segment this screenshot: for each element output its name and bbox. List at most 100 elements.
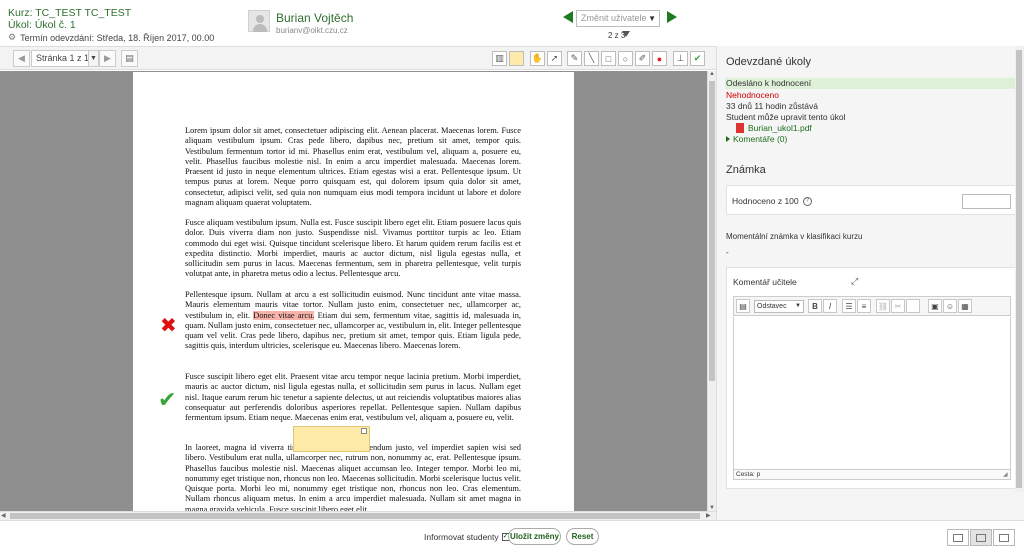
filter-icon[interactable] [622, 31, 630, 37]
image-icon[interactable]: ▣ [928, 299, 942, 313]
editor-path: Cesta: p [733, 469, 1011, 480]
paragraph-format-select[interactable]: Odstavec ▼ [754, 300, 804, 313]
deadline: ⚙ Termín odevzdání: Středa, 18. Říjen 20… [8, 32, 214, 43]
submission-title: Odevzdané úkoly [726, 56, 811, 68]
document-paragraph: Lorem ipsum dolor sit amet, consectetuer… [185, 126, 521, 208]
chevron-down-icon: ▼ [648, 14, 656, 23]
format-label: Odstavec [757, 303, 787, 310]
check-stamp-icon[interactable]: ✔ [690, 51, 705, 66]
comments-toggle[interactable]: Komentáře (0) [726, 134, 787, 144]
stamp-tool-icon[interactable]: ⊥ [673, 51, 688, 66]
prev-user-arrow-icon[interactable] [563, 11, 573, 23]
layout-split-icon[interactable] [970, 529, 992, 546]
editor-toolbar: ▤ Odstavec ▼ B I ☰ ≡ ⛓ ✂ ▣ ☺ ▦ [733, 296, 1011, 316]
deadline-text: Termín odevzdání: Středa, 18. Říjen 2017… [20, 32, 215, 43]
check-stamp-icon[interactable]: ✔ [158, 389, 176, 411]
current-grade-label: Momentální známka v klasifikaci kurzu [726, 232, 863, 241]
grading-panel: Odevzdané úkoly Odesláno k hodnocení Neh… [716, 46, 1024, 520]
next-page-button[interactable]: ▶ [99, 50, 116, 67]
course-link[interactable]: Kurz: TC_TEST TC_TEST [8, 7, 131, 19]
italic-icon[interactable]: I [823, 299, 837, 313]
panel-vertical-scrollbar[interactable] [1015, 46, 1024, 492]
comments-label[interactable]: Komentáře (0) [733, 134, 787, 144]
rectangle-tool-icon[interactable]: □ [601, 51, 616, 66]
highlighter-icon[interactable]: ● [652, 51, 667, 66]
reset-button[interactable]: Reset [566, 528, 599, 545]
submission-status: Odesláno k hodnocení [725, 78, 1017, 89]
scroll-up-icon[interactable]: ▲ [709, 71, 715, 77]
prev-page-button[interactable]: ◀ [13, 50, 30, 67]
document-paragraph: Fusce suscipit libero eget elit. Praesen… [185, 372, 521, 423]
stamp-picker-icon[interactable]: ▥ [492, 51, 507, 66]
avatar[interactable] [248, 10, 270, 32]
oval-tool-icon[interactable]: ○ [618, 51, 633, 66]
toolbar-toggle-icon[interactable]: ▤ [736, 299, 750, 313]
scrollbar-thumb[interactable] [709, 81, 715, 381]
scrollbar-thumb[interactable] [10, 513, 700, 519]
cross-stamp-icon[interactable]: ✖ [160, 316, 177, 336]
grade-input[interactable] [962, 194, 1011, 209]
change-user-placeholder: Změnit uživatele [581, 13, 647, 23]
search-comments-icon[interactable]: ▤ [121, 50, 138, 67]
comment-color-icon[interactable] [509, 51, 524, 66]
media-icon[interactable]: ▦ [958, 299, 972, 313]
line-tool-icon[interactable]: ╲ [584, 51, 599, 66]
change-user-select[interactable]: Změnit uživatele ▼ [576, 10, 660, 27]
next-user-arrow-icon[interactable] [667, 11, 677, 23]
grade-box: Hodnoceno z 100 ? [726, 185, 1017, 215]
blank-tool-icon[interactable] [906, 299, 920, 313]
highlight-annotation[interactable]: Donec vitae arcu. [253, 310, 315, 320]
layout-right-icon[interactable] [993, 529, 1015, 546]
edit-note: Student může upravit tento úkol [726, 112, 846, 122]
annotation-toolbar: ◀ Stránka 1 z 1 ▼ ▶ ▤ ▥ ✋ ➚ ✎ ╲ □ ○ ✐ ● … [0, 46, 716, 70]
document-paragraph: Fusce aliquam vestibulum ipsum. Nulla es… [185, 218, 521, 279]
footer: Informovat studenty ✓ Uložit změny Reset [0, 520, 1024, 550]
comment-annotation[interactable] [293, 426, 370, 452]
student-name[interactable]: Burian Vojtěch [276, 11, 353, 25]
document-vertical-scrollbar[interactable]: ▲ ▼ [707, 71, 716, 511]
chevron-down-icon: ▼ [795, 303, 801, 309]
help-icon[interactable]: ? [802, 196, 812, 206]
grade-label: Hodnoceno z 100 ? [732, 196, 812, 206]
bullet-list-icon[interactable]: ☰ [842, 299, 856, 313]
save-button[interactable]: Uložit změny [508, 528, 561, 545]
pan-hand-icon[interactable]: ✋ [530, 51, 545, 66]
emoji-icon[interactable]: ☺ [943, 299, 957, 313]
resize-handle-icon[interactable]: ◢ [1003, 471, 1008, 478]
chevron-right-icon [726, 136, 730, 142]
bold-icon[interactable]: B [808, 299, 822, 313]
scroll-left-icon[interactable]: ◀ [1, 512, 6, 519]
file-name[interactable]: Burian_ukol1.pdf [748, 123, 812, 133]
editor-title: Komentář učitele [733, 277, 797, 287]
pdf-file-icon [736, 123, 744, 133]
comment-tool-icon[interactable]: ✎ [567, 51, 582, 66]
header: Kurz: TC_TEST TC_TEST Úkol: Úkol č. 1 ⚙ … [0, 0, 1024, 46]
current-grade-value: - [726, 248, 729, 257]
time-remaining: 33 dnů 11 hodin zůstává [726, 101, 818, 111]
layout-left-icon[interactable] [947, 529, 969, 546]
page-select[interactable]: Stránka 1 z 1 ▼ [31, 50, 99, 67]
expand-icon[interactable]: ⤢ [851, 276, 858, 287]
grade-heading: Známka [726, 164, 766, 176]
scroll-right-icon[interactable]: ▶ [706, 512, 711, 519]
pen-tool-icon[interactable]: ✐ [635, 51, 650, 66]
notify-label: Informovat studenty [424, 532, 499, 542]
gear-icon: ⚙ [8, 32, 17, 42]
comment-textarea[interactable] [733, 317, 1011, 469]
notify-students[interactable]: Informovat studenty ✓ [424, 532, 510, 542]
grading-status: Nehodnoceno [726, 90, 779, 100]
comment-menu-icon[interactable] [361, 428, 367, 434]
link-icon[interactable]: ⛓ [876, 299, 890, 313]
select-arrow-icon[interactable]: ➚ [547, 51, 562, 66]
student-email: burianv@oikt.czu.cz [276, 26, 348, 35]
scrollbar-thumb[interactable] [1016, 50, 1022, 488]
numbered-list-icon[interactable]: ≡ [857, 299, 871, 313]
task-link[interactable]: Úkol: Úkol č. 1 [8, 19, 76, 31]
submission-file[interactable]: Burian_ukol1.pdf [736, 123, 812, 133]
grading-app: Kurz: TC_TEST TC_TEST Úkol: Úkol č. 1 ⚙ … [0, 0, 1024, 550]
teacher-comment-editor: Komentář učitele ⤢ ▤ Odstavec ▼ B I ☰ ≡ … [726, 267, 1017, 489]
document-horizontal-scrollbar[interactable]: ◀ ▶ [0, 511, 716, 520]
document-viewer[interactable]: Lorem ipsum dolor sit amet, consectetuer… [0, 71, 707, 511]
unlink-icon[interactable]: ✂ [891, 299, 905, 313]
document-paragraph: Pellentesque ipsum. Nullam at arcu a est… [185, 290, 521, 352]
